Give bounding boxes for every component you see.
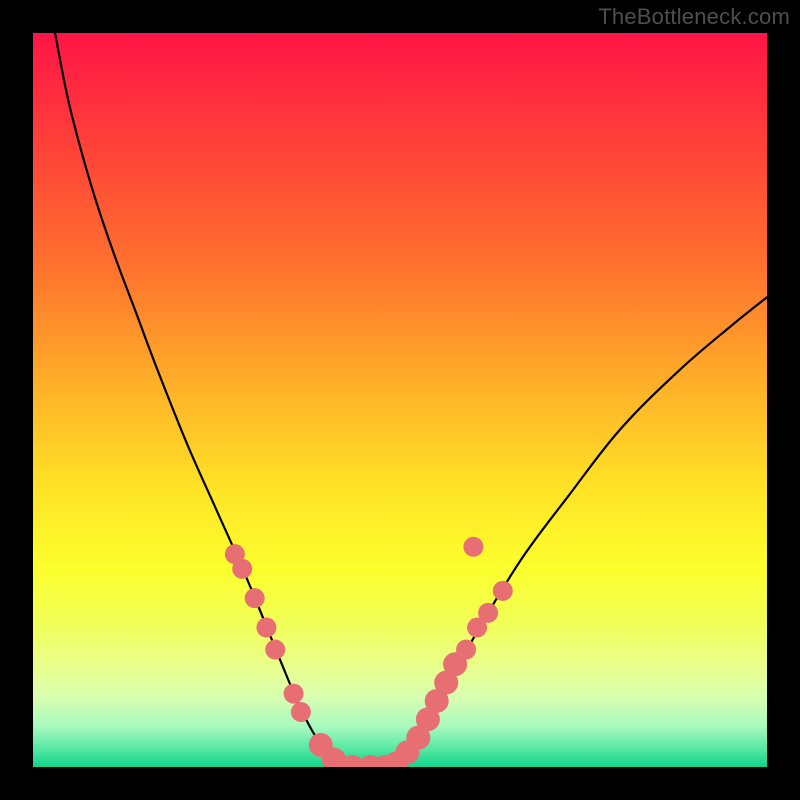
chart-svg [33,33,767,767]
data-marker [256,618,276,638]
data-marker [232,559,252,579]
chart-container: TheBottleneck.com [0,0,800,800]
data-marker [245,588,265,608]
data-marker [463,537,483,557]
watermark-text: TheBottleneck.com [598,4,790,30]
data-marker [291,702,311,722]
plot-area [33,33,767,767]
gradient-background [33,33,767,767]
data-marker [265,640,285,660]
data-marker [456,640,476,660]
data-marker [284,684,304,704]
data-marker [478,603,498,623]
data-marker [493,581,513,601]
